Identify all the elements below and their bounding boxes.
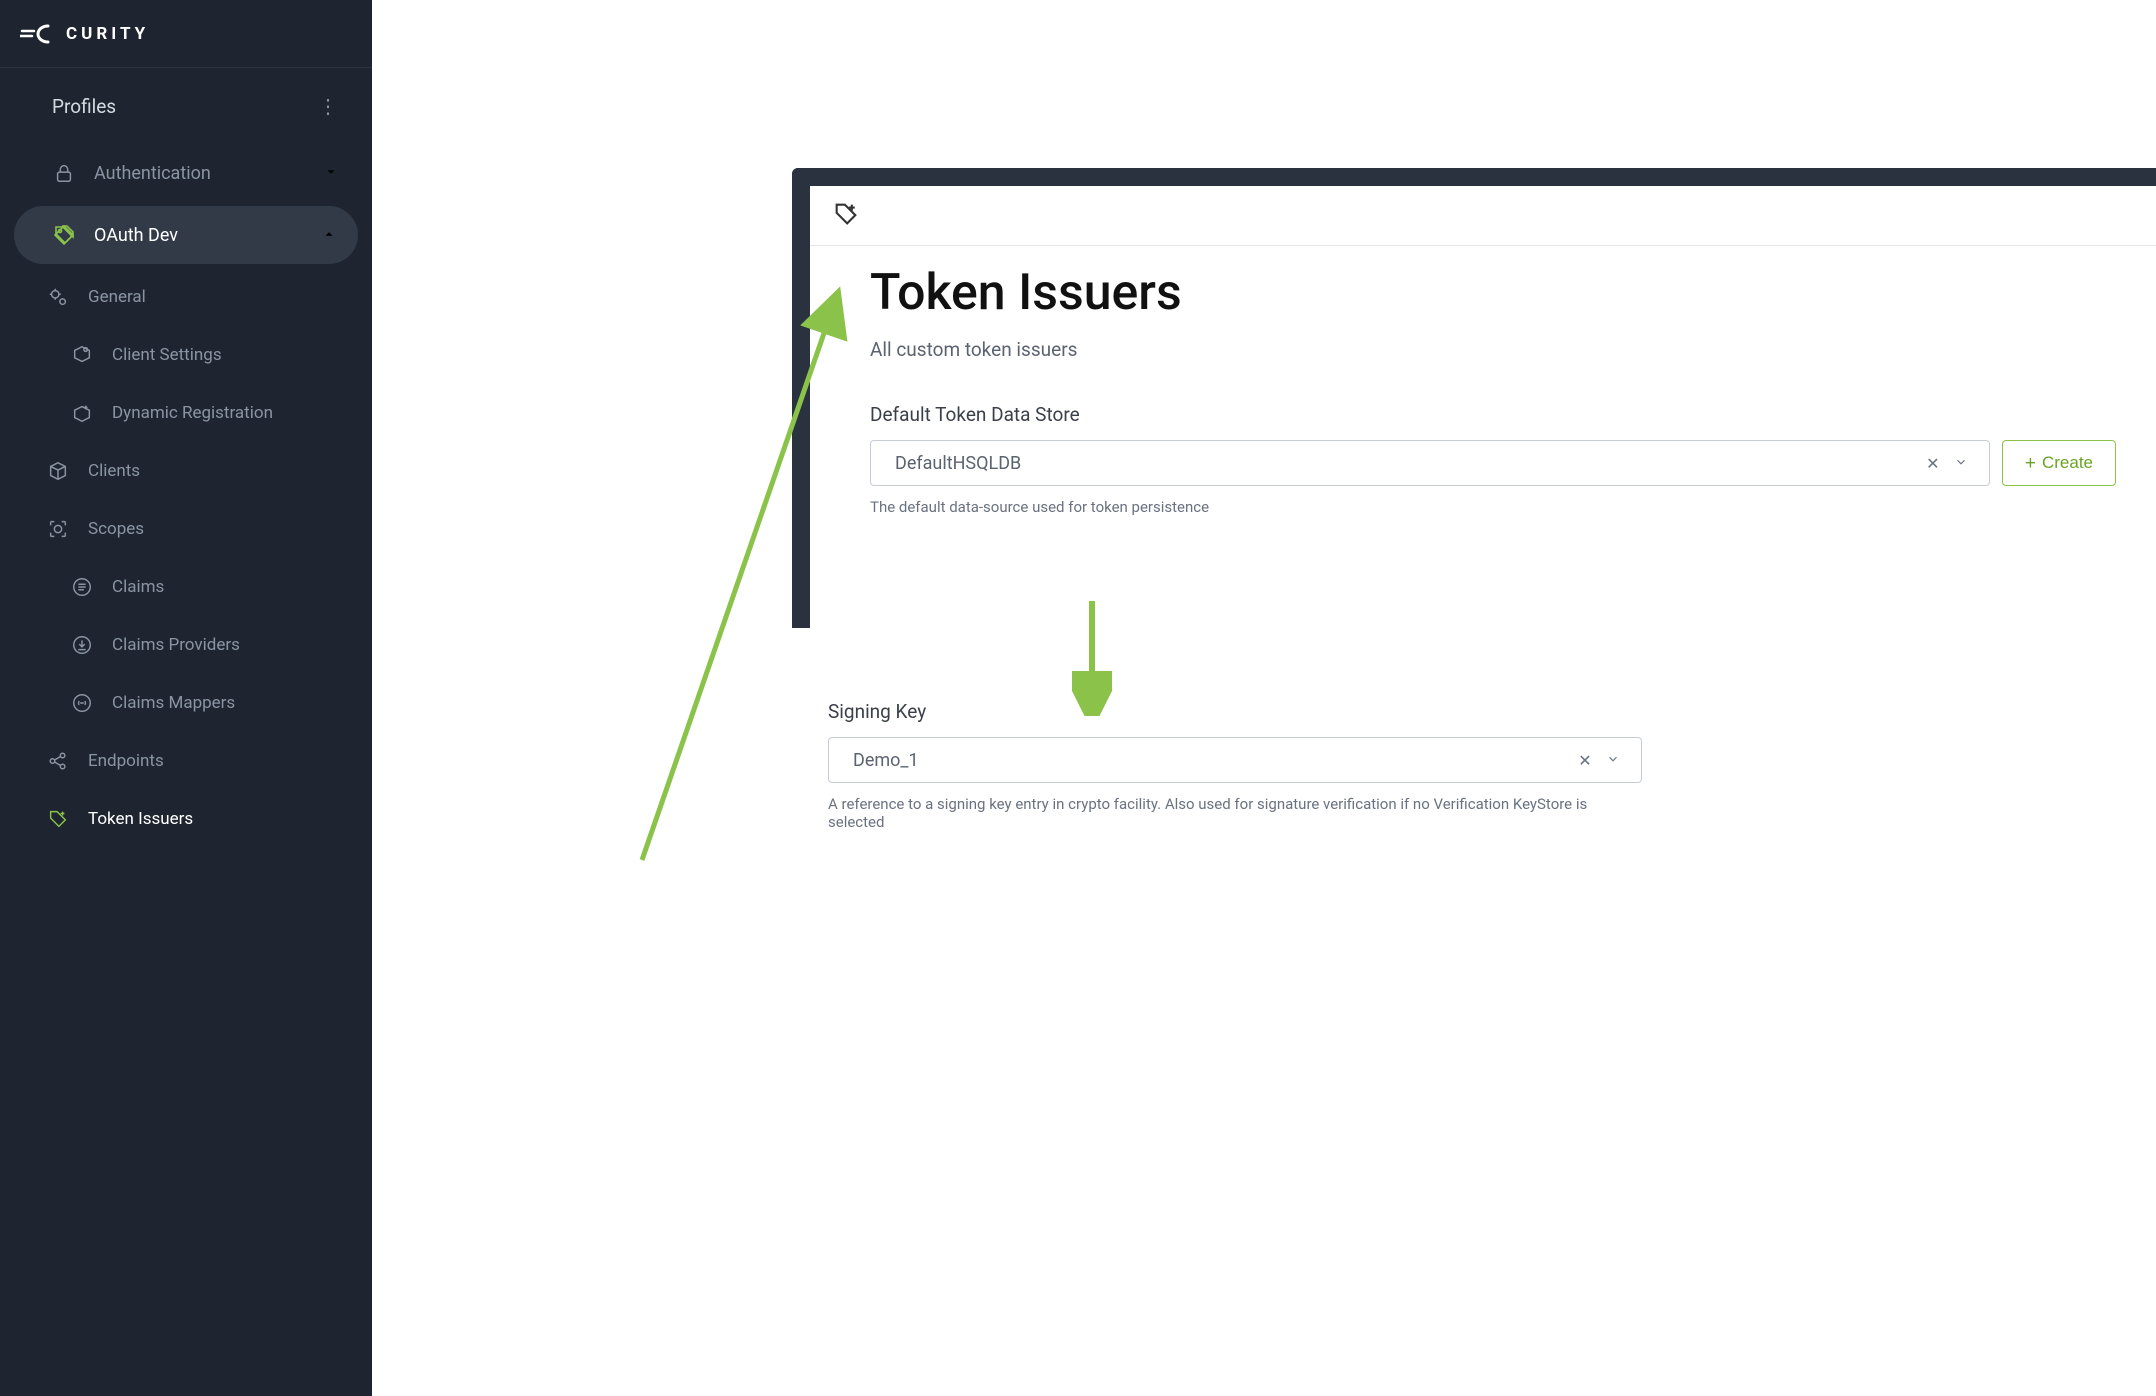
box-plus-icon [70,401,94,425]
clear-icon[interactable]: ✕ [1919,454,1947,473]
panel-frame: Token Issuers All custom token issuers D… [792,168,2156,628]
sidebar-item-label: Scopes [88,519,144,539]
lock-icon [52,161,76,185]
plus-icon: + [2025,454,2036,473]
cube-icon [46,459,70,483]
chevron-up-icon [322,225,336,246]
sidebar-item-label: Claims Mappers [112,693,235,713]
link-circle-icon [70,691,94,715]
sidebar-item-label: OAuth Dev [94,225,178,246]
sidebar-item-client-settings[interactable]: Client Settings [0,326,372,384]
sidebar: CURITY Profiles ⋮ Authentication OAuth D… [0,0,372,1396]
create-button[interactable]: + Create [2002,440,2116,486]
data-store-help: The default data-source used for token p… [870,498,1690,516]
profiles-header: Profiles ⋮ [0,68,372,144]
main-content: Token Issuers All custom token issuers D… [372,0,2156,1396]
sidebar-item-label: Clients [88,461,140,481]
tag-plus-icon [46,807,70,831]
page-subtitle: All custom token issuers [870,338,2116,361]
create-button-label: Create [2042,453,2093,473]
signing-key-help: A reference to a signing key entry in cr… [828,795,1628,831]
tag-plus-header-icon [832,200,860,232]
panel-body: Token Issuers All custom token issuers D… [810,246,2156,556]
tag-icon [52,223,76,247]
data-store-field: Default Token Data Store DefaultHSQLDB ✕… [870,403,2116,516]
sidebar-item-token-issuers[interactable]: Token Issuers [0,790,372,848]
page-title: Token Issuers [870,264,2116,322]
brand-name: CURITY [66,24,149,44]
sidebar-item-general[interactable]: General [0,268,372,326]
brand-bar: CURITY [0,0,372,68]
sidebar-item-label: Claims Providers [112,635,240,655]
sidebar-item-label: Claims [112,577,164,597]
data-store-select[interactable]: DefaultHSQLDB ✕ [870,440,1990,486]
sidebar-item-label: Authentication [94,163,211,184]
signing-key-label: Signing Key [828,700,2076,723]
download-circle-icon [70,633,94,657]
sidebar-item-label: General [88,287,146,307]
clear-icon[interactable]: ✕ [1571,751,1599,770]
list-circle-icon [70,575,94,599]
sidebar-item-oauth-dev[interactable]: OAuth Dev [14,206,358,264]
chevron-down-icon[interactable] [1947,454,1975,473]
share-icon [46,749,70,773]
data-store-value: DefaultHSQLDB [895,453,1919,474]
sidebar-item-clients[interactable]: Clients [0,442,372,500]
sidebar-item-label: Client Settings [112,345,222,365]
sidebar-item-label: Token Issuers [88,809,193,829]
signing-key-select[interactable]: Demo_1 ✕ [828,737,1642,783]
sidebar-item-authentication[interactable]: Authentication [0,144,372,202]
chevron-down-icon [324,163,338,184]
sidebar-item-dynamic-registration[interactable]: Dynamic Registration [0,384,372,442]
panel-toolbar [810,186,2156,246]
sidebar-item-scopes[interactable]: Scopes [0,500,372,558]
sidebar-item-claims-providers[interactable]: Claims Providers [0,616,372,674]
sidebar-item-claims-mappers[interactable]: Claims Mappers [0,674,372,732]
profiles-label: Profiles [52,95,116,118]
data-store-label: Default Token Data Store [870,403,2116,426]
chevron-down-icon[interactable] [1599,751,1627,770]
box-gear-icon [70,343,94,367]
sidebar-item-claims[interactable]: Claims [0,558,372,616]
sidebar-item-endpoints[interactable]: Endpoints [0,732,372,790]
brand-logo-icon [20,22,54,46]
signing-key-value: Demo_1 [853,750,1571,771]
gears-icon [46,285,70,309]
profiles-menu-icon[interactable]: ⋮ [318,94,338,118]
sidebar-oauth-children: General Client Settings Dynamic Registra… [0,268,372,848]
sidebar-item-label: Endpoints [88,751,164,771]
signing-key-field: Signing Key Demo_1 ✕ A reference to a si… [828,700,2076,831]
target-icon [46,517,70,541]
sidebar-item-label: Dynamic Registration [112,403,273,423]
